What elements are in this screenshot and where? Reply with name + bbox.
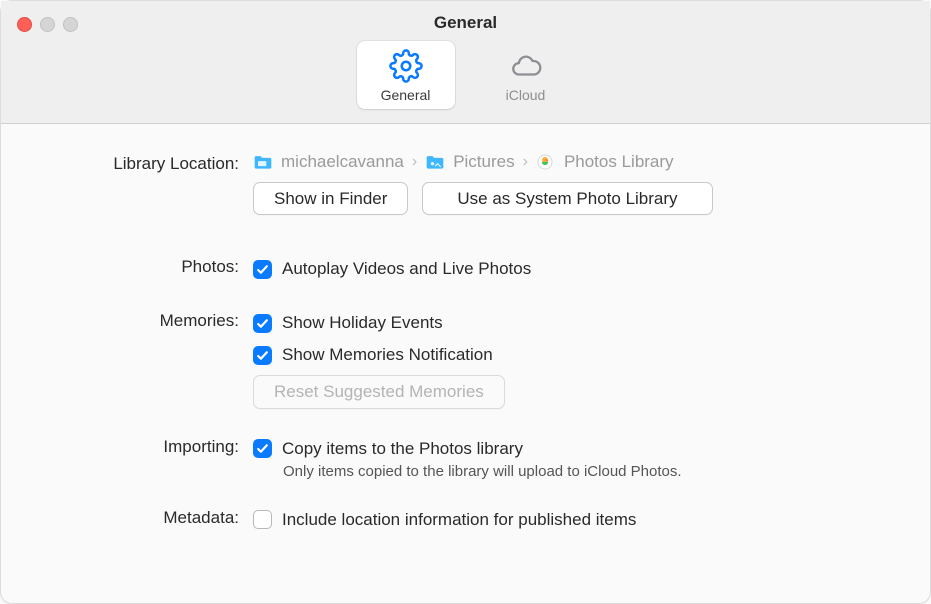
metadata-label: Metadata: — [49, 506, 253, 528]
copy-items-checkbox[interactable]: Copy items to the Photos library — [253, 439, 882, 459]
library-path-breadcrumb: michaelcavanna › Pictures › Photos Libra… — [253, 152, 882, 172]
autoplay-checkbox[interactable]: Autoplay Videos and Live Photos — [253, 259, 882, 279]
close-window-button[interactable] — [17, 17, 32, 32]
checkbox-icon — [253, 314, 272, 333]
preferences-content: Library Location: michaelcavanna › Pictu… — [1, 124, 930, 568]
library-location-row: Library Location: michaelcavanna › Pictu… — [49, 152, 882, 241]
use-as-system-photo-library-button[interactable]: Use as System Photo Library — [422, 182, 712, 215]
photos-row: Photos: Autoplay Videos and Live Photos — [49, 255, 882, 283]
memories-row: Memories: Show Holiday Events Show Memor… — [49, 309, 882, 408]
window-controls — [17, 17, 78, 32]
chevron-right-icon: › — [523, 154, 528, 170]
checkbox-icon — [253, 439, 272, 458]
show-in-finder-button[interactable]: Show in Finder — [253, 182, 408, 215]
tab-icloud[interactable]: iCloud — [477, 41, 575, 109]
show-holiday-events-label: Show Holiday Events — [282, 313, 443, 333]
include-location-label: Include location information for publish… — [282, 510, 636, 530]
copy-items-label: Copy items to the Photos library — [282, 439, 523, 459]
photos-label: Photos: — [49, 255, 253, 277]
breadcrumb-segment: Pictures — [453, 152, 514, 172]
checkbox-icon — [253, 510, 272, 529]
checkbox-icon — [253, 260, 272, 279]
tab-general-label: General — [381, 87, 431, 103]
window-title: General — [15, 13, 916, 33]
tab-icloud-label: iCloud — [506, 87, 546, 103]
autoplay-checkbox-label: Autoplay Videos and Live Photos — [282, 259, 531, 279]
show-memories-notification-checkbox[interactable]: Show Memories Notification — [253, 345, 882, 365]
show-memories-notification-label: Show Memories Notification — [282, 345, 493, 365]
chevron-right-icon: › — [412, 154, 417, 170]
breadcrumb-segment: michaelcavanna — [281, 152, 404, 172]
minimize-window-button[interactable] — [40, 17, 55, 32]
zoom-window-button[interactable] — [63, 17, 78, 32]
importing-row: Importing: Copy items to the Photos libr… — [49, 435, 882, 480]
importing-label: Importing: — [49, 435, 253, 457]
titlebar: General General iCloud — [1, 1, 930, 124]
library-location-label: Library Location: — [49, 152, 253, 174]
metadata-row: Metadata: Include location information f… — [49, 506, 882, 534]
preferences-tabs: General iCloud — [15, 41, 916, 109]
cloud-icon — [506, 49, 546, 83]
gear-icon — [389, 49, 423, 83]
photos-library-icon — [536, 154, 556, 170]
copy-items-description: Only items copied to the library will up… — [283, 463, 882, 480]
pictures-folder-icon — [425, 154, 445, 170]
checkbox-icon — [253, 346, 272, 365]
memories-label: Memories: — [49, 309, 253, 331]
home-folder-icon — [253, 154, 273, 170]
reset-suggested-memories-button[interactable]: Reset Suggested Memories — [253, 375, 505, 408]
show-holiday-events-checkbox[interactable]: Show Holiday Events — [253, 313, 882, 333]
tab-general[interactable]: General — [357, 41, 455, 109]
breadcrumb-segment: Photos Library — [564, 152, 674, 172]
include-location-checkbox[interactable]: Include location information for publish… — [253, 510, 882, 530]
